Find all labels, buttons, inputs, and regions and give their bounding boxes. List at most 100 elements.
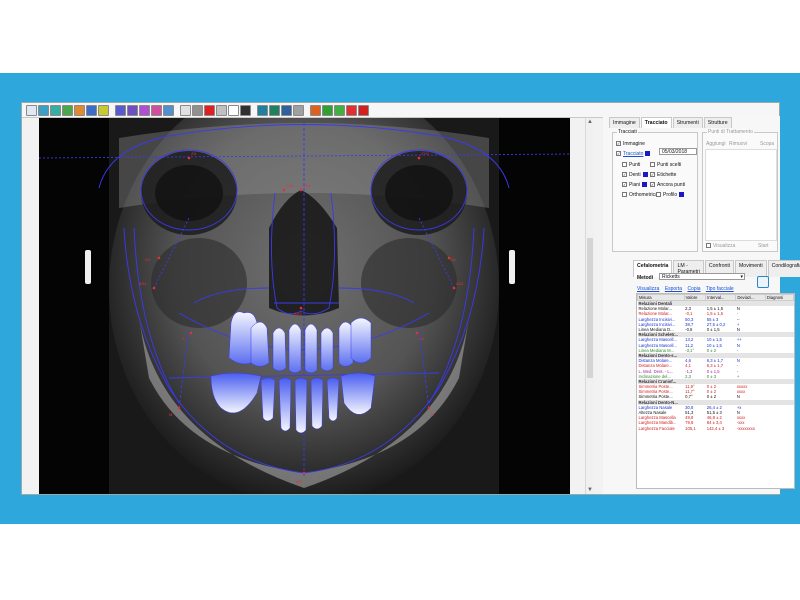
tipo-facciale-link[interactable]: Tipo facciale	[706, 286, 734, 292]
pan-icon[interactable]	[86, 104, 97, 116]
side-panel: Immagine Tracciato Strumenti Strutture T…	[603, 116, 800, 494]
denti-color-swatch[interactable]	[642, 172, 648, 178]
tab-strumenti[interactable]: Strumenti	[672, 117, 703, 128]
calibrate-icon[interactable]	[204, 104, 215, 116]
target-icon[interactable]	[228, 104, 239, 116]
copia-link[interactable]: Copia	[687, 286, 700, 292]
visualizza-link[interactable]: Visualizza	[637, 286, 659, 292]
redo-icon[interactable]	[50, 104, 61, 116]
brightness-icon[interactable]	[115, 104, 126, 116]
xray-viewport[interactable]: ZA CNL CNL ZYG AGL AGL ANS M M Go Go ME …	[39, 118, 570, 494]
metodi-select[interactable]: Ricketts ▾	[659, 273, 745, 280]
punti-label: Punti	[629, 162, 641, 168]
toolbar-separator	[252, 105, 256, 116]
punti-checkbox[interactable]	[622, 162, 627, 168]
table-cell	[765, 426, 793, 431]
ancora-punti-label: Ancora punti	[657, 182, 686, 188]
action-links: Visualizza Esporta Copia Tipo facciale	[637, 286, 738, 292]
piani-color-swatch[interactable]	[642, 182, 648, 188]
tracciato-checkbox[interactable]: ✓	[616, 151, 621, 157]
select-icon[interactable]	[26, 104, 37, 116]
start-button[interactable]: Start	[758, 243, 769, 249]
contrast-icon[interactable]	[127, 104, 138, 116]
tracciato-link[interactable]: Tracciato	[623, 151, 643, 157]
etichette-checkbox[interactable]: ✓	[650, 172, 655, 178]
table-cell: 142,4 ± 3	[706, 425, 725, 431]
scopa-column[interactable]: Scopa	[760, 141, 774, 147]
group-title: Tracciati	[617, 129, 638, 135]
group-title: Punti di Trattamento	[707, 129, 754, 135]
esporta-link[interactable]: Esporta	[665, 286, 682, 292]
save-icon[interactable]	[257, 104, 268, 116]
orthometrica-checkbox[interactable]	[622, 192, 627, 198]
undo-icon[interactable]	[38, 104, 49, 116]
tab-strutture[interactable]: Strutture	[703, 117, 732, 128]
print-icon[interactable]	[180, 104, 191, 116]
ancora-punti-checkbox[interactable]: ✓	[650, 182, 655, 188]
point-label: S	[182, 336, 185, 341]
rotate-right-icon[interactable]	[74, 104, 85, 116]
app-window: ZA CNL CNL ZYG AGL AGL ANS M M Go Go ME …	[21, 102, 800, 495]
profilo-color-swatch[interactable]	[679, 192, 685, 198]
pdf-icon[interactable]	[310, 104, 321, 116]
piani-checkbox[interactable]: ✓	[622, 182, 627, 188]
point-label: ZA	[419, 336, 424, 341]
table-cell: -xxxxxxxx	[736, 425, 755, 431]
tracciato-color-swatch[interactable]	[645, 151, 651, 157]
point-label: M	[431, 412, 434, 417]
point-label: AGL	[456, 281, 465, 286]
denti-label: Denti	[629, 172, 641, 178]
layers-icon[interactable]	[293, 104, 304, 116]
ear-rod-right	[509, 250, 515, 284]
ruler-icon[interactable]	[216, 104, 227, 116]
table-row[interactable]: Larghezza Facciale 105,1 142,4 ± 3 -xxxxxxx…	[638, 426, 794, 431]
point-label: ME	[296, 479, 302, 484]
record-icon[interactable]	[240, 104, 251, 116]
punti-trattamento-group: Punti di Trattamento Aggiungi Rimuovi Sc…	[702, 129, 778, 252]
punti-scelti-label: Punti scelti	[657, 162, 682, 168]
aggiungi-column[interactable]: Aggiungi	[706, 141, 725, 147]
rotate-icon[interactable]	[62, 104, 73, 116]
tab-immagine[interactable]: Immagine	[609, 117, 640, 128]
punti-list[interactable]	[705, 149, 777, 241]
denti-checkbox[interactable]: ✓	[622, 172, 627, 178]
date-field[interactable]: 05/03/2018	[659, 148, 697, 155]
close-icon[interactable]	[358, 104, 369, 116]
flip-vertical-icon[interactable]	[151, 104, 162, 116]
approve-icon[interactable]	[334, 104, 345, 116]
rimuovi-column[interactable]: Rimuovi	[729, 141, 747, 147]
scroll-down-icon[interactable]: ▼	[587, 487, 593, 493]
table-cell: Relazioni Dento-N...	[637, 399, 685, 405]
face-type-icon[interactable]	[757, 276, 769, 288]
toolbar-separator	[110, 105, 114, 116]
crop-icon[interactable]	[163, 104, 174, 116]
export-icon[interactable]	[281, 104, 292, 116]
immagine-checkbox[interactable]: ✓	[616, 141, 621, 147]
scrollbar-thumb[interactable]	[587, 238, 593, 378]
ear-rod-left	[85, 250, 91, 284]
visualizza-label: Visualizza	[713, 243, 736, 249]
report-icon[interactable]	[346, 104, 357, 116]
vertical-scrollbar[interactable]: ▲ ▼	[585, 118, 594, 494]
etichette-label: Etichette	[657, 172, 677, 178]
tab-tracciato[interactable]: Tracciato	[640, 117, 672, 128]
punti-scelti-checkbox[interactable]	[650, 162, 655, 168]
table-cell: 105,1	[685, 425, 696, 431]
check-icon[interactable]	[322, 104, 333, 116]
point-label: ANS	[294, 311, 303, 316]
point-label: ZA	[191, 151, 196, 156]
zoom-icon[interactable]	[98, 104, 109, 116]
point-label: CNL	[286, 183, 295, 188]
scroll-up-icon[interactable]: ▲	[587, 119, 593, 125]
visualizza-checkbox[interactable]	[706, 243, 711, 249]
cephalometric-tracing: ZA CNL CNL ZYG AGL AGL ANS M M Go Go ME …	[39, 118, 570, 494]
measurements-table[interactable]: Misura Valore Interval... Deviazi... Dia…	[636, 293, 795, 489]
point-label: ZYG	[421, 151, 429, 156]
flip-horizontal-icon[interactable]	[139, 104, 150, 116]
measure-icon[interactable]	[192, 104, 203, 116]
chevron-down-icon[interactable]: ▾	[740, 274, 743, 281]
profilo-checkbox[interactable]	[656, 192, 661, 198]
save-as-icon[interactable]	[269, 104, 280, 116]
tab-condilografia[interactable]: Condilografia	[767, 260, 800, 277]
tracciati-group: Tracciati ✓ Immagine ✓ Tracciato 05/03/201…	[612, 129, 698, 252]
